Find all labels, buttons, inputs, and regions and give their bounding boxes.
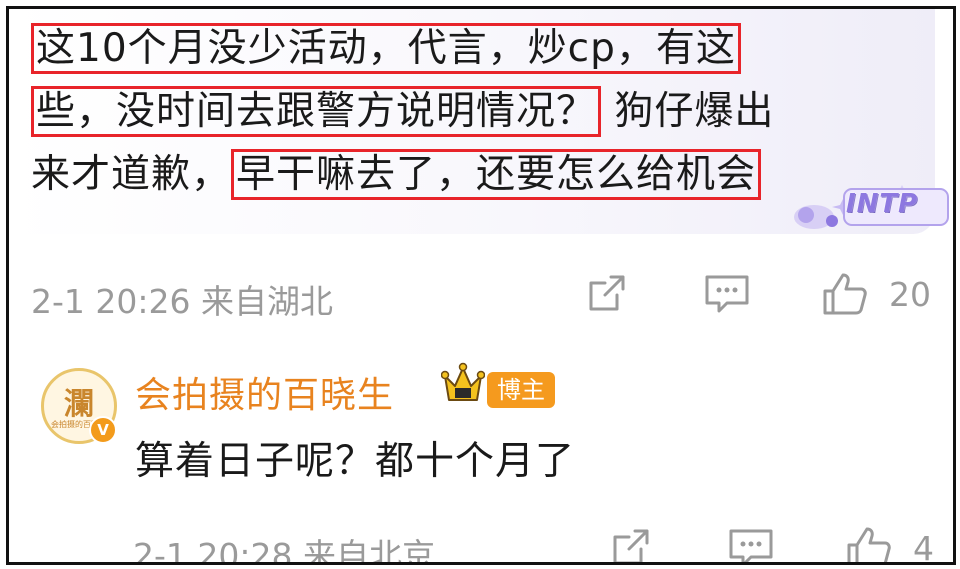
- comment-text: 这10个月没少活动，代言，炒cp，有这 些，没时间去跟警方说明情况？ 狗仔爆出 …: [31, 17, 911, 206]
- comment-icon[interactable]: [727, 525, 775, 562]
- highlight-box: 些，没时间去跟警方说明情况？: [31, 86, 602, 137]
- crown-icon: [440, 362, 486, 410]
- reply-comment: 瀾 会拍摄的百晓生 V 会拍摄的百晓生 博主 算着日子呢？都十个月了: [9, 354, 949, 494]
- reply-time-location: 2-1 20:28 来自北京: [133, 536, 435, 565]
- comment-meta-row: 2-1 20:26 来自湖北 20: [31, 267, 936, 321]
- like-icon[interactable]: [845, 525, 893, 562]
- comment-icon[interactable]: [703, 271, 751, 315]
- comment-text-segment: 狗仔爆出: [601, 89, 775, 134]
- comment-line-1: 这10个月没少活动，代言，炒cp，有这: [31, 17, 911, 80]
- like-icon[interactable]: [821, 271, 869, 317]
- verified-icon: V: [89, 416, 117, 444]
- comment-bubble: 这10个月没少活动，代言，炒cp，有这 些，没时间去跟警方说明情况？ 狗仔爆出 …: [9, 9, 949, 234]
- intp-badge-text: INTP: [846, 189, 919, 219]
- comment-like-count: 20: [889, 275, 931, 314]
- highlight-box: 早干嘛去了，还要怎么给机会: [231, 149, 762, 200]
- reply-meta-row: 2-1 20:28 来自北京 4: [133, 521, 938, 565]
- reply-like-count: 4: [913, 529, 934, 565]
- intp-badge: INTP: [784, 177, 953, 239]
- share-icon[interactable]: [585, 271, 629, 315]
- comment-line-3: 来才道歉， 早干嘛去了，还要怎么给机会: [31, 143, 911, 206]
- reply-text: 算着日子呢？都十个月了: [135, 439, 576, 484]
- comment-time-location: 2-1 20:26 来自湖北: [31, 282, 333, 321]
- author-tag: 博主: [487, 372, 555, 408]
- reply-username[interactable]: 会拍摄的百晓生: [135, 366, 394, 418]
- screenshot-frame: 这10个月没少活动，代言，炒cp，有这 些，没时间去跟警方说明情况？ 狗仔爆出 …: [6, 6, 956, 565]
- comment-text-segment: 来才道歉，: [31, 152, 232, 197]
- highlight-box: 这10个月没少活动，代言，炒cp，有这: [31, 23, 741, 74]
- comment-line-2: 些，没时间去跟警方说明情况？ 狗仔爆出: [31, 80, 911, 143]
- share-icon[interactable]: [609, 525, 653, 562]
